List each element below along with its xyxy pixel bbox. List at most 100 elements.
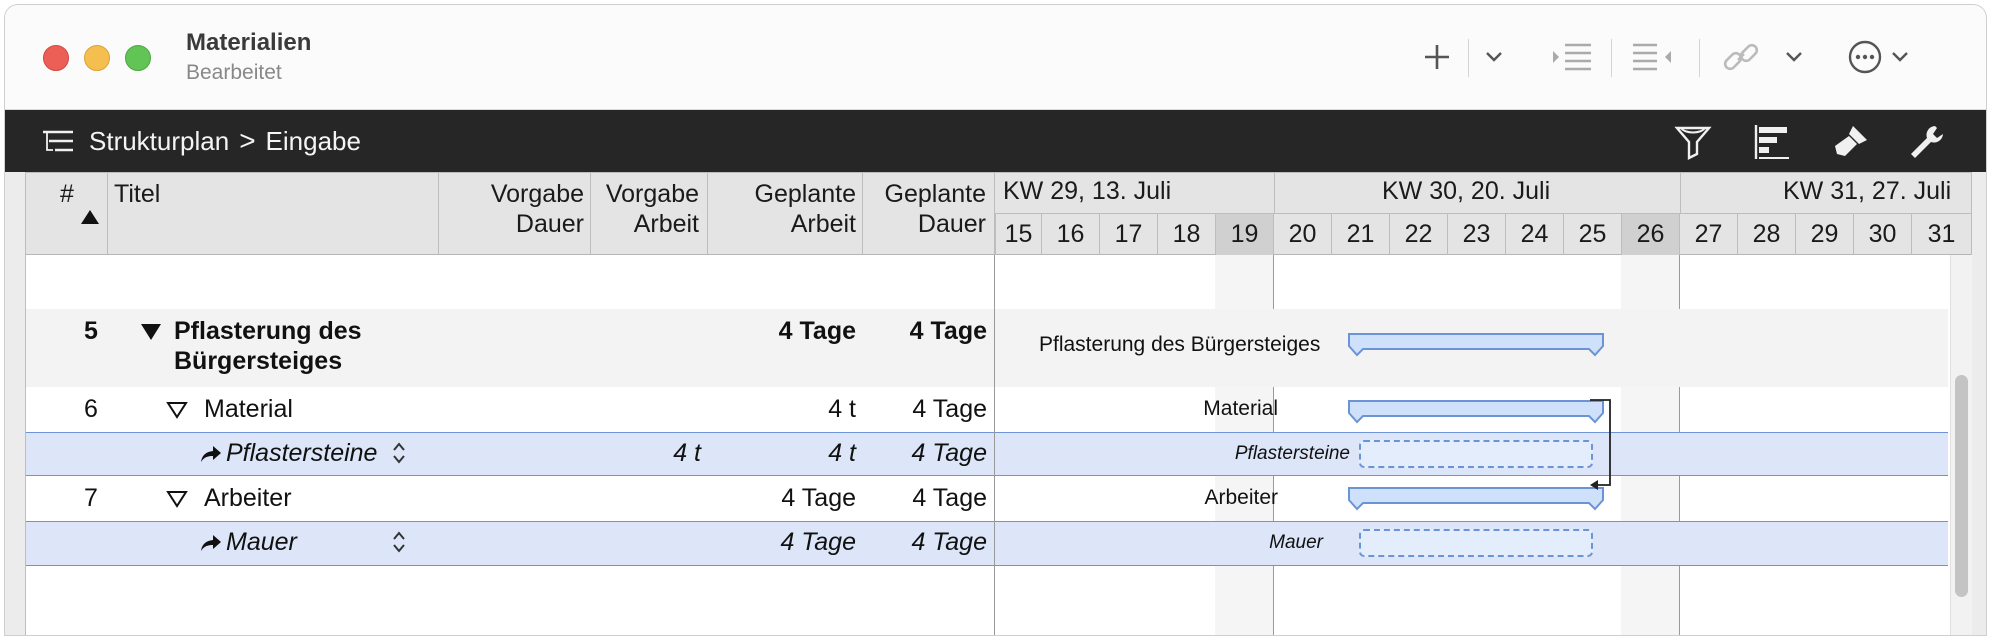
gantt-bar-label: Pflastersteine <box>1234 443 1350 464</box>
week-label: KW 31, 27. Juli <box>1783 177 1952 205</box>
assignment-arrow-icon <box>201 535 221 551</box>
ellipsis-icon <box>1848 40 1908 74</box>
geplante-arbeit-value: 4 Tage <box>781 484 856 512</box>
stepper-icon[interactable] <box>392 441 406 465</box>
scrollbar-thumb[interactable] <box>1955 375 1968 597</box>
day-label: 27 <box>1679 214 1737 255</box>
table-row[interactable]: 5 Pflasterung des Bürgersteiges 4 Tage 4… <box>26 309 1948 387</box>
minimize-window-button[interactable] <box>84 45 110 71</box>
more-button[interactable] <box>1846 35 1918 79</box>
day-label: 29 <box>1795 214 1853 255</box>
resource-title: Mauer <box>226 528 297 556</box>
table-row[interactable]: 6 Material 4 t 4 Tage Material <box>26 387 1948 432</box>
vorgabe-arbeit-value: 4 t <box>673 439 701 467</box>
collapse-triangle-icon[interactable] <box>166 490 188 508</box>
outdent-icon <box>1633 43 1671 71</box>
gantt-group-bar[interactable] <box>1347 398 1605 424</box>
day-label: 21 <box>1331 214 1389 255</box>
row-number: 7 <box>84 484 98 512</box>
task-title: Pflasterung des <box>174 317 362 345</box>
day-label: 24 <box>1505 214 1563 255</box>
stepper-icon[interactable] <box>392 530 406 554</box>
chevron-down-icon <box>1786 52 1802 62</box>
day-label: 16 <box>1041 214 1099 255</box>
vertical-scrollbar[interactable] <box>1950 255 1972 635</box>
table-row[interactable]: Mauer 4 Tage 4 Tage Mauer <box>26 521 1948 566</box>
dependency-arrow[interactable] <box>1586 398 1626 498</box>
gantt-bar-label: Mauer <box>1269 532 1323 553</box>
gantt-group-bar[interactable] <box>1347 331 1605 357</box>
add-button[interactable] <box>1417 35 1457 79</box>
gantt-bar-label: Pflasterung des Bürgersteiges <box>1039 333 1321 356</box>
resource-title: Pflastersteine <box>226 439 378 467</box>
filter-icon[interactable] <box>1673 122 1713 162</box>
add-options-button[interactable] <box>1479 35 1509 79</box>
column-header-number[interactable]: # <box>26 173 108 255</box>
link-button[interactable] <box>1719 35 1763 79</box>
row-number: 6 <box>84 395 98 423</box>
day-label: 23 <box>1447 214 1505 255</box>
breadcrumb-current[interactable]: Eingabe <box>266 126 361 157</box>
sort-ascending-icon <box>81 210 99 224</box>
indent-button[interactable] <box>1549 35 1595 79</box>
geplante-dauer-value: 4 Tage <box>911 528 987 556</box>
geplante-dauer-value: 4 Tage <box>912 484 987 512</box>
breadcrumb-root[interactable]: Strukturplan <box>89 126 229 157</box>
day-label: 19 <box>1215 214 1273 255</box>
gantt-bar-label: Material <box>1203 397 1278 420</box>
view-toolbar: Strukturplan > Eingabe <box>5 110 1986 172</box>
day-label: 28 <box>1737 214 1795 255</box>
row-number: 5 <box>84 317 98 345</box>
column-header-vorgabe-arbeit[interactable]: Vorgabe Arbeit <box>591 173 708 255</box>
window-title: Materialien <box>186 29 312 56</box>
day-label: 31 <box>1911 214 1971 255</box>
column-header-vorgabe-dauer[interactable]: Vorgabe Dauer <box>439 173 591 255</box>
gantt-icon[interactable] <box>1753 122 1793 162</box>
breadcrumb-separator: > <box>239 125 256 156</box>
gantt-assignment-bar[interactable] <box>1359 440 1593 468</box>
week-label: KW 29, 13. Juli <box>1003 177 1172 205</box>
breadcrumb: Strukturplan > Eingabe <box>89 125 361 157</box>
collapse-triangle-icon[interactable] <box>140 323 162 341</box>
column-header-geplante-dauer[interactable]: Geplante Dauer <box>863 173 995 255</box>
gantt-bar-label: Arbeiter <box>1204 486 1278 509</box>
outline-table: # Titel Vorgabe Dauer Vorgabe Arbeit Gep… <box>25 172 1972 635</box>
link-options-button[interactable] <box>1779 35 1809 79</box>
gantt-group-bar[interactable] <box>1347 485 1605 511</box>
plus-icon <box>1425 45 1449 69</box>
geplante-dauer-value: 4 Tage <box>909 317 987 345</box>
gantt-timescale-header: KW 29, 13. Juli KW 30, 20. Juli KW 31, 2… <box>995 173 1971 255</box>
week-label: KW 30, 20. Juli <box>1382 177 1551 205</box>
day-label: 26 <box>1621 214 1679 255</box>
maximize-window-button[interactable] <box>125 45 151 71</box>
geplante-arbeit-value: 4 t <box>828 439 856 467</box>
outdent-button[interactable] <box>1629 35 1675 79</box>
gantt-assignment-bar[interactable] <box>1359 529 1593 557</box>
geplante-arbeit-value: 4 Tage <box>778 317 856 345</box>
collapse-triangle-icon[interactable] <box>166 401 188 419</box>
assignment-arrow-icon <box>201 446 221 462</box>
day-label: 17 <box>1099 214 1157 255</box>
column-header-title[interactable]: Titel <box>108 173 439 255</box>
day-label: 18 <box>1157 214 1215 255</box>
day-label: 30 <box>1853 214 1911 255</box>
window-subtitle: Bearbeitet <box>186 61 282 84</box>
table-row[interactable]: Pflastersteine 4 t 4 t 4 Tage Pflasterst… <box>26 432 1948 476</box>
geplante-dauer-value: 4 Tage <box>912 395 987 423</box>
column-header-geplante-arbeit[interactable]: Geplante Arbeit <box>708 173 863 255</box>
app-window: Materialien Bearbeitet Strukturplan > Ei… <box>4 4 1987 636</box>
wrench-icon[interactable] <box>1907 122 1947 162</box>
chevron-down-icon <box>1486 52 1502 62</box>
geplante-arbeit-value: 4 Tage <box>780 528 856 556</box>
title-bar: Materialien Bearbeitet <box>5 5 1986 110</box>
close-window-button[interactable] <box>43 45 69 71</box>
brush-icon[interactable] <box>1831 122 1871 162</box>
geplante-arbeit-value: 4 t <box>828 395 856 423</box>
geplante-dauer-value: 4 Tage <box>911 439 987 467</box>
table-row[interactable]: 7 Arbeiter 4 Tage 4 Tage Arbeiter <box>26 476 1948 521</box>
day-label: 25 <box>1563 214 1621 255</box>
outline-view-icon[interactable] <box>41 128 75 158</box>
day-label: 15 <box>995 214 1041 255</box>
link-icon <box>1723 43 1759 71</box>
day-label: 20 <box>1273 214 1331 255</box>
